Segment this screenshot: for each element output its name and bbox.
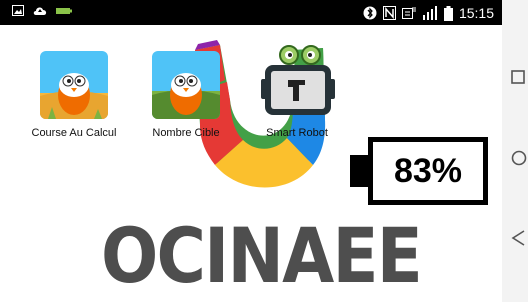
owl-field-icon: [152, 51, 220, 119]
gallery-icon: [12, 5, 24, 16]
app-smart-robot[interactable]: Smart Robot: [252, 45, 342, 139]
status-time: 15:15: [458, 5, 494, 21]
nfc-icon: [382, 6, 396, 20]
battery-overlay-terminal: [350, 155, 370, 187]
battery-percent: 83%: [393, 151, 463, 190]
bluetooth-icon: [363, 6, 377, 20]
recent-apps-icon[interactable]: [511, 70, 525, 84]
owl-desert-icon: [40, 51, 108, 119]
battery-overlay: 83%: [368, 137, 488, 205]
brand-wordmark-text: OCINAEE: [101, 211, 421, 297]
nav-bar: [502, 0, 528, 302]
data-saver-icon: [401, 7, 416, 19]
signal-icon: [422, 6, 437, 20]
status-bar: 15:15: [0, 0, 502, 25]
app-label: Nombre Cible: [152, 127, 220, 139]
battery-charge-notify-icon: [56, 8, 72, 14]
app-nombre-cible[interactable]: Nombre Cible: [141, 51, 231, 139]
robot-phone-icon: [261, 45, 335, 119]
android-screen: 15:15 Course Au Calcul Nombre Cible Smar…: [0, 0, 502, 302]
app-label: Course Au Calcul: [31, 127, 117, 139]
battery-status-icon: [443, 5, 453, 21]
back-icon[interactable]: [511, 230, 525, 246]
brand-wordmark: OCINAEE: [101, 211, 423, 297]
app-course-au-calcul[interactable]: Course Au Calcul: [29, 51, 119, 139]
app-label: Smart Robot: [266, 127, 328, 139]
home-icon[interactable]: [511, 150, 527, 166]
cloud-upload-icon: [33, 7, 47, 15]
